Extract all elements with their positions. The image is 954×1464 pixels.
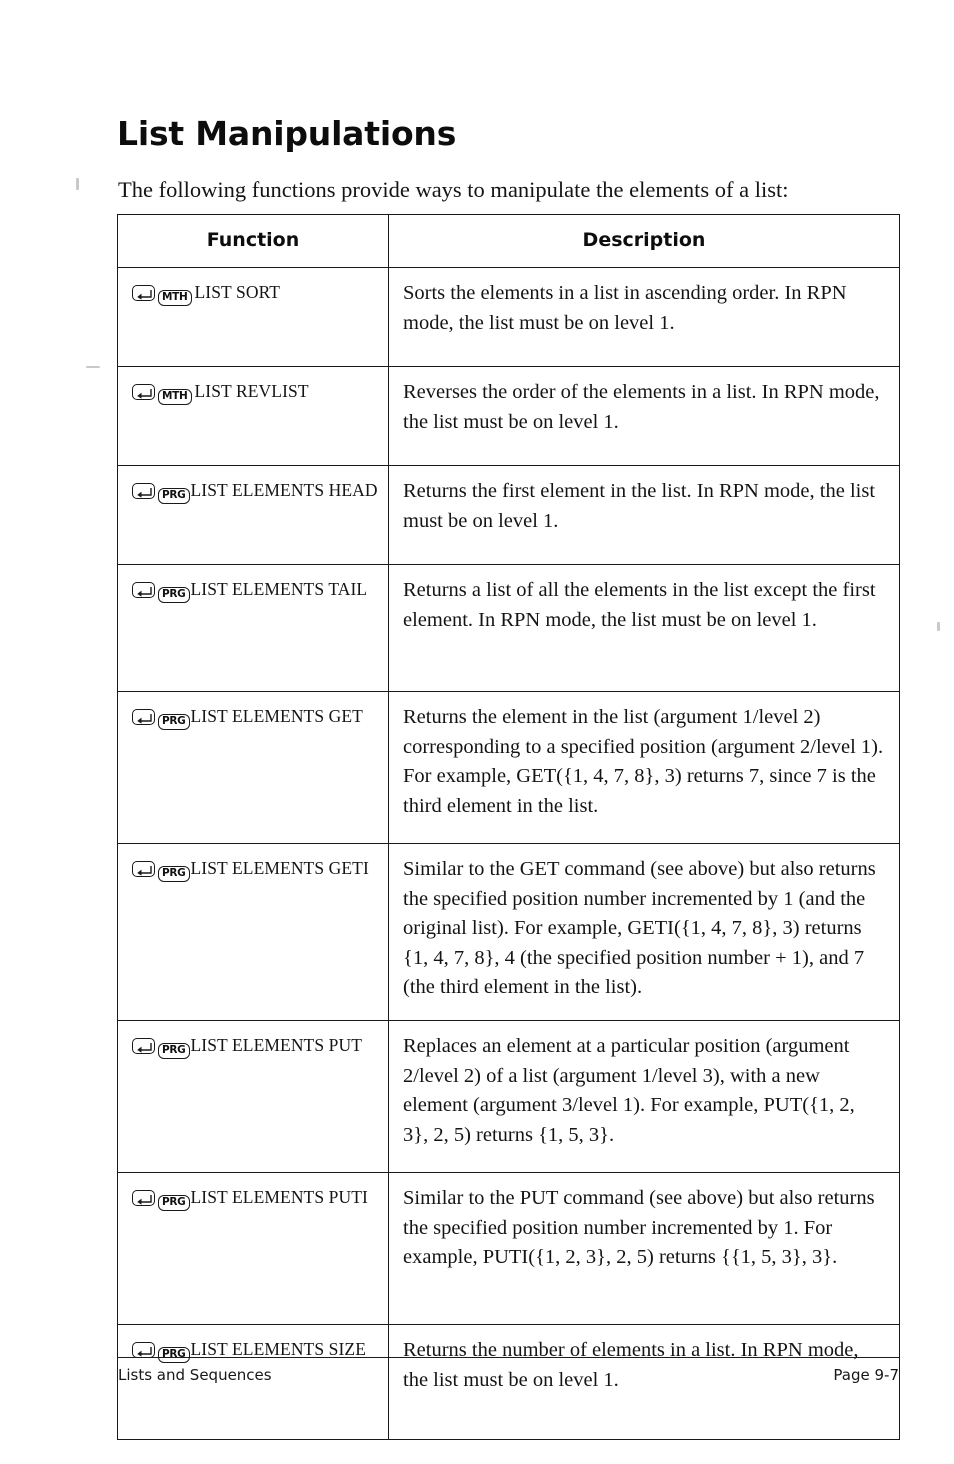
command-path: LIST ELEMENTS GETI — [190, 858, 369, 878]
menu-key-badge: PRG — [158, 1195, 190, 1211]
description-cell: Returns the first element in the list. I… — [388, 465, 900, 565]
description-cell: Similar to the PUT command (see above) b… — [388, 1172, 900, 1325]
menu-key-badge: PRG — [158, 714, 190, 730]
keystroke-sequence: PRG — [132, 1337, 190, 1363]
table-header: Function Description — [117, 214, 900, 268]
command-path: LIST ELEMENTS GET — [190, 706, 363, 726]
menu-key-badge: PRG — [158, 587, 190, 603]
command-path: LIST ELEMENTS PUTI — [190, 1187, 368, 1207]
keystroke-sequence: PRG — [132, 478, 190, 504]
page-title: List Manipulations — [117, 114, 457, 154]
command-path: LIST SORT — [194, 282, 281, 302]
function-cell: PRG LIST ELEMENTS TAIL — [117, 564, 389, 692]
list-manipulations-table: Function Description MTH LIST SORT Sorts … — [117, 214, 900, 1440]
description-cell: Returns the element in the list (argumen… — [388, 691, 900, 844]
scan-artifact — [86, 366, 100, 368]
scan-artifact — [937, 622, 940, 631]
description-cell: Similar to the GET command (see above) b… — [388, 843, 900, 1021]
table-row: MTH LIST REVLIST Reverses the order of th… — [117, 366, 900, 466]
function-cell: PRG LIST ELEMENTS GETI — [117, 843, 389, 1021]
menu-key-badge: PRG — [158, 1347, 190, 1363]
function-cell: MTH LIST REVLIST — [117, 366, 389, 466]
function-cell: PRG LIST ELEMENTS PUT — [117, 1020, 389, 1173]
left-shift-key-icon — [132, 1190, 155, 1206]
left-shift-key-icon — [132, 582, 155, 598]
scan-artifact — [76, 178, 79, 190]
left-shift-key-icon — [132, 1342, 155, 1358]
table-row: PRG LIST ELEMENTS TAIL Returns a list of … — [117, 564, 900, 692]
left-shift-key-icon — [132, 384, 155, 400]
command-path: LIST ELEMENTS HEAD — [190, 480, 378, 500]
menu-key-badge: PRG — [158, 488, 190, 504]
keystroke-sequence: PRG — [132, 704, 190, 730]
function-cell: PRG LIST ELEMENTS PUTI — [117, 1172, 389, 1325]
footer-divider — [117, 1357, 899, 1358]
footer-chapter-label: Lists and Sequences — [118, 1366, 272, 1384]
description-cell: Replaces an element at a particular posi… — [388, 1020, 900, 1173]
keystroke-sequence: PRG — [132, 577, 190, 603]
table-row: PRG LIST ELEMENTS PUTI Similar to the PUT… — [117, 1172, 900, 1325]
function-cell: PRG LIST ELEMENTS HEAD — [117, 465, 389, 565]
menu-key-badge: PRG — [158, 1043, 190, 1059]
document-page: List Manipulations The following functio… — [0, 0, 954, 1464]
description-cell: Returns the number of elements in a list… — [388, 1324, 900, 1440]
keystroke-sequence: MTH — [132, 280, 192, 306]
function-cell: PRG LIST ELEMENTS GET — [117, 691, 389, 844]
keystroke-sequence: PRG — [132, 856, 190, 882]
column-header-description: Description — [388, 214, 900, 268]
table-row: PRG LIST ELEMENTS GETI Similar to the GET… — [117, 843, 900, 1021]
intro-paragraph: The following functions provide ways to … — [118, 176, 789, 202]
column-header-function: Function — [117, 214, 389, 268]
menu-key-badge: PRG — [158, 866, 190, 882]
keystroke-sequence: PRG — [132, 1033, 190, 1059]
menu-key-badge: MTH — [158, 389, 192, 405]
description-cell: Returns a list of all the elements in th… — [388, 564, 900, 692]
description-cell: Sorts the elements in a list in ascendin… — [388, 267, 900, 367]
table-row: PRG LIST ELEMENTS PUT Replaces an element… — [117, 1020, 900, 1173]
menu-key-badge: MTH — [158, 290, 192, 306]
description-cell: Reverses the order of the elements in a … — [388, 366, 900, 466]
function-cell: MTH LIST SORT — [117, 267, 389, 367]
keystroke-sequence: MTH — [132, 379, 192, 405]
command-path: LIST REVLIST — [194, 381, 309, 401]
left-shift-key-icon — [132, 709, 155, 725]
table-header-row: Function Description — [117, 214, 900, 268]
left-shift-key-icon — [132, 1038, 155, 1054]
table-row: PRG LIST ELEMENTS GET Returns the element… — [117, 691, 900, 844]
table-row: MTH LIST SORT Sorts the elements in a lis… — [117, 267, 900, 367]
table-body: MTH LIST SORT Sorts the elements in a lis… — [117, 267, 900, 1440]
command-path: LIST ELEMENTS PUT — [190, 1035, 363, 1055]
footer-page-number: Page 9-7 — [833, 1366, 899, 1384]
left-shift-key-icon — [132, 285, 155, 301]
command-path: LIST ELEMENTS SIZE — [190, 1339, 366, 1359]
left-shift-key-icon — [132, 861, 155, 877]
keystroke-sequence: PRG — [132, 1185, 190, 1211]
command-path: LIST ELEMENTS TAIL — [190, 579, 368, 599]
left-shift-key-icon — [132, 483, 155, 499]
table-row: PRG LIST ELEMENTS HEAD Returns the first … — [117, 465, 900, 565]
